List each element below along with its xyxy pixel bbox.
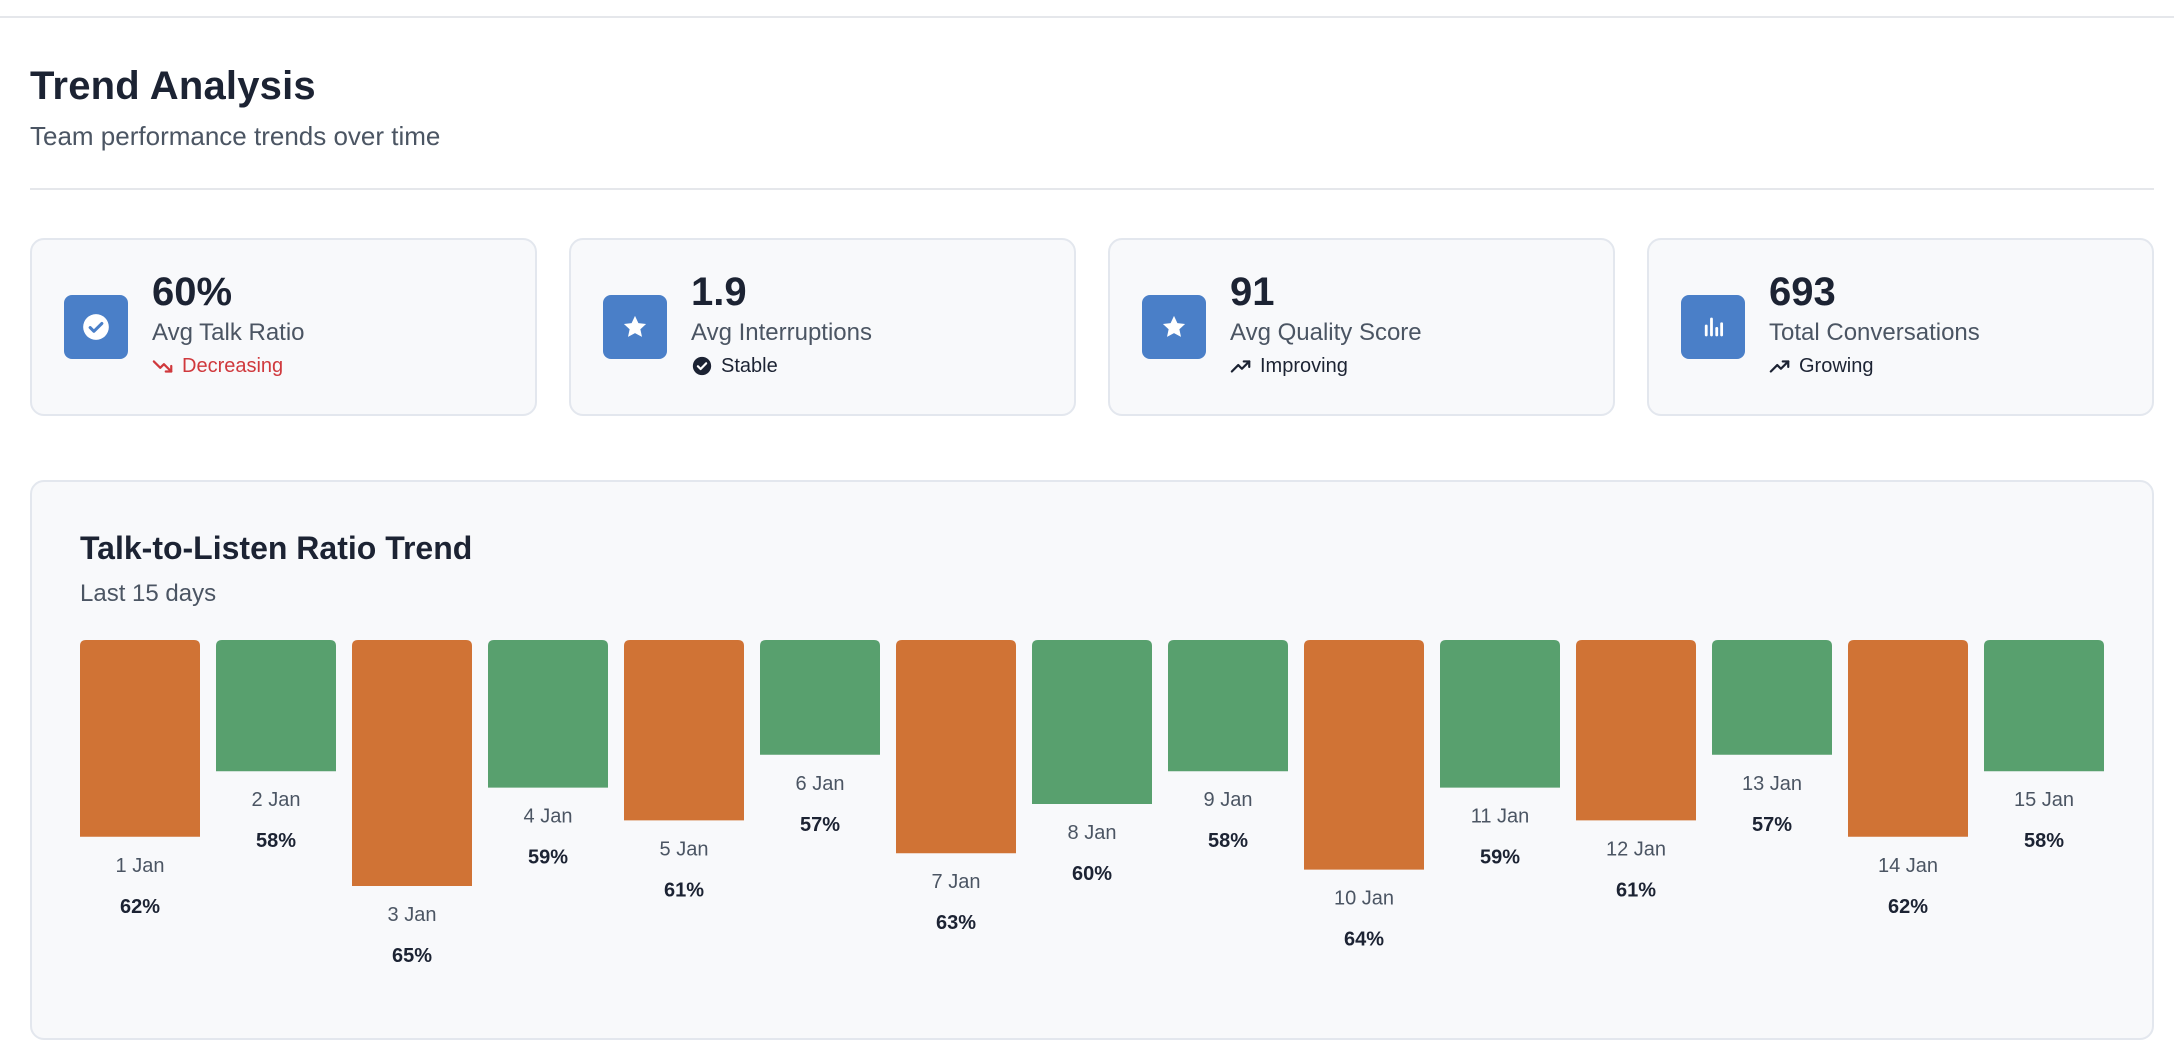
chart-bar[interactable]: [488, 640, 608, 788]
stat-value: 91: [1230, 269, 1275, 314]
chart-value-label: 57%: [1752, 814, 1792, 836]
chart-bar[interactable]: [1032, 640, 1152, 804]
stat-cards: 60% Avg Talk Ratio Decreasing 1.9 Avg In…: [30, 238, 2154, 416]
stat-card-quality-score[interactable]: 91 Avg Quality Score Improving: [1108, 238, 1615, 416]
chart-x-label: 11 Jan: [1471, 806, 1530, 828]
chart-x-label: 15 Jan: [2014, 789, 2074, 811]
stat-card-body: 693 Total Conversations Growing: [1769, 271, 1980, 378]
trending-down-icon: [152, 355, 174, 377]
page-header: Trend Analysis Team performance trends o…: [30, 64, 2154, 152]
stat-card-conversations[interactable]: 693 Total Conversations Growing: [1647, 238, 2154, 416]
bar-chart-icon: [1681, 295, 1745, 359]
chart-bar[interactable]: [352, 640, 472, 886]
trending-up-icon: [1230, 355, 1252, 377]
chart-bar[interactable]: [624, 640, 744, 821]
chart-value-label: 62%: [1888, 896, 1928, 918]
talk-ratio-chart-panel: Talk-to-Listen Ratio Trend Last 15 days …: [30, 480, 2154, 1040]
stat-trend-label: Decreasing: [182, 354, 284, 377]
trending-up-icon: [1769, 355, 1791, 377]
stat-trend: Growing: [1769, 355, 1980, 378]
chart-value-label: 59%: [1480, 847, 1520, 869]
chart-x-label: 1 Jan: [116, 855, 165, 877]
chart-x-label: 13 Jan: [1742, 773, 1802, 795]
chart-bar[interactable]: [1168, 640, 1288, 772]
chart-x-label: 12 Jan: [1606, 838, 1666, 860]
stat-card-talk-ratio[interactable]: 60% Avg Talk Ratio Decreasing: [30, 238, 537, 416]
talk-ratio-bar-chart: 1 Jan 62% 2 Jan 58% 3 Jan 65% 4 Jan 59% 5 Jan 61%…: [80, 640, 2104, 967]
stat-card-body: 60% Avg Talk Ratio Decreasing: [152, 271, 305, 378]
stat-trend-label: Growing: [1799, 354, 1874, 377]
page-subtitle: Team performance trends over time: [30, 121, 441, 151]
chart-bar[interactable]: [1440, 640, 1560, 788]
chart-bar[interactable]: [1984, 640, 2104, 772]
stat-trend: Decreasing: [152, 355, 305, 378]
chart-x-label: 6 Jan: [796, 773, 845, 795]
stat-trend: Stable: [691, 355, 872, 378]
chart-bar[interactable]: [760, 640, 880, 755]
stat-trend-label: Improving: [1260, 354, 1348, 377]
stat-card-body: 1.9 Avg Interruptions Stable: [691, 271, 872, 378]
chart-bar[interactable]: [1576, 640, 1696, 821]
chart-value-label: 65%: [392, 945, 432, 967]
stat-card-interruptions[interactable]: 1.9 Avg Interruptions Stable: [569, 238, 1076, 416]
chart-bar[interactable]: [216, 640, 336, 772]
top-border: [0, 16, 2174, 18]
chart-value-label: 59%: [528, 847, 568, 869]
check-circle-icon: [64, 295, 128, 359]
chart-value-label: 62%: [120, 896, 160, 918]
chart-x-label: 4 Jan: [524, 806, 573, 828]
star-icon: [1142, 295, 1206, 359]
chart-bar[interactable]: [1848, 640, 1968, 837]
chart-value-label: 58%: [2024, 830, 2064, 852]
stat-label: Avg Talk Ratio: [152, 318, 305, 346]
chart-bar[interactable]: [1304, 640, 1424, 870]
stat-trend-label: Stable: [721, 354, 778, 377]
chart-x-label: 8 Jan: [1068, 822, 1117, 844]
chart-bar[interactable]: [896, 640, 1016, 854]
star-icon: [603, 295, 667, 359]
stat-value: 693: [1769, 269, 1836, 314]
chart-x-label: 9 Jan: [1204, 789, 1253, 811]
chart-bar[interactable]: [1712, 640, 1832, 755]
chart-bar[interactable]: [80, 640, 200, 837]
chart-x-label: 2 Jan: [252, 789, 301, 811]
header-divider: [30, 188, 2154, 190]
chart-value-label: 57%: [800, 814, 840, 836]
chart-value-label: 58%: [1208, 830, 1248, 852]
stat-card-body: 91 Avg Quality Score Improving: [1230, 271, 1422, 378]
chart-x-label: 5 Jan: [660, 838, 709, 860]
chart-x-label: 14 Jan: [1878, 855, 1938, 877]
chart-value-label: 60%: [1072, 863, 1112, 885]
stat-label: Avg Quality Score: [1230, 318, 1422, 346]
chart-x-label: 7 Jan: [932, 871, 981, 893]
stat-label: Avg Interruptions: [691, 318, 872, 346]
chart-x-label: 10 Jan: [1334, 888, 1394, 910]
chart-value-label: 64%: [1344, 929, 1384, 951]
chart-value-label: 61%: [664, 879, 704, 901]
page-title: Trend Analysis: [30, 64, 316, 108]
stat-value: 1.9: [691, 269, 747, 314]
stat-label: Total Conversations: [1769, 318, 1980, 346]
chart-value-label: 58%: [256, 830, 296, 852]
stat-value: 60%: [152, 269, 233, 314]
chart-value-label: 61%: [1616, 879, 1656, 901]
stat-trend: Improving: [1230, 355, 1422, 378]
chart-x-label: 3 Jan: [388, 904, 437, 926]
check-circle-icon: [691, 355, 713, 377]
chart-value-label: 63%: [936, 912, 976, 934]
